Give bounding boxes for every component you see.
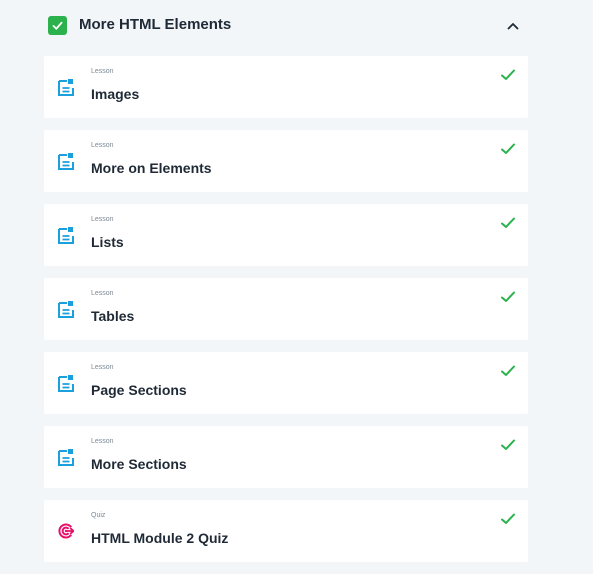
item-title: More on Elements [91,160,212,176]
item-title: Page Sections [91,382,187,398]
item-type-label: Lesson [91,438,114,445]
item-type-label: Lesson [91,142,114,149]
lesson-item[interactable]: Lesson Page Sections [44,352,528,414]
lesson-item[interactable]: Lesson More Sections [44,426,528,488]
item-title: More Sections [91,456,187,472]
item-type-label: Lesson [91,216,114,223]
module-title: More HTML Elements [79,16,232,33]
lesson-document-icon [58,374,74,392]
lesson-document-icon [58,152,74,170]
item-title: HTML Module 2 Quiz [91,530,229,546]
completed-check-icon [500,142,516,156]
item-type-label: Lesson [91,68,114,75]
lesson-document-icon [58,78,74,96]
completed-check-icon [500,290,516,304]
module-header[interactable]: More HTML Elements [48,13,528,39]
lesson-document-icon [58,448,74,466]
lesson-document-icon [58,300,74,318]
quiz-target-icon [58,522,74,540]
lesson-item[interactable]: Lesson More on Elements [44,130,528,192]
completed-check-icon [500,438,516,452]
item-title: Lists [91,234,124,250]
completed-check-icon [500,216,516,230]
chevron-up-icon[interactable] [502,15,524,37]
quiz-item[interactable]: Quiz HTML Module 2 Quiz [44,500,528,562]
lesson-list: Lesson Images Lesson More on Elements Le… [44,56,528,574]
lesson-item[interactable]: Lesson Tables [44,278,528,340]
item-title: Tables [91,308,135,324]
lesson-document-icon [58,226,74,244]
completed-check-icon [500,512,516,526]
completed-check-icon [500,364,516,378]
item-type-label: Quiz [91,512,106,519]
item-title: Images [91,86,140,102]
item-type-label: Lesson [91,364,114,371]
completed-check-icon [500,68,516,82]
lesson-item[interactable]: Lesson Images [44,56,528,118]
item-type-label: Lesson [91,290,114,297]
checkbox-checked-icon [48,16,67,35]
lesson-item[interactable]: Lesson Lists [44,204,528,266]
